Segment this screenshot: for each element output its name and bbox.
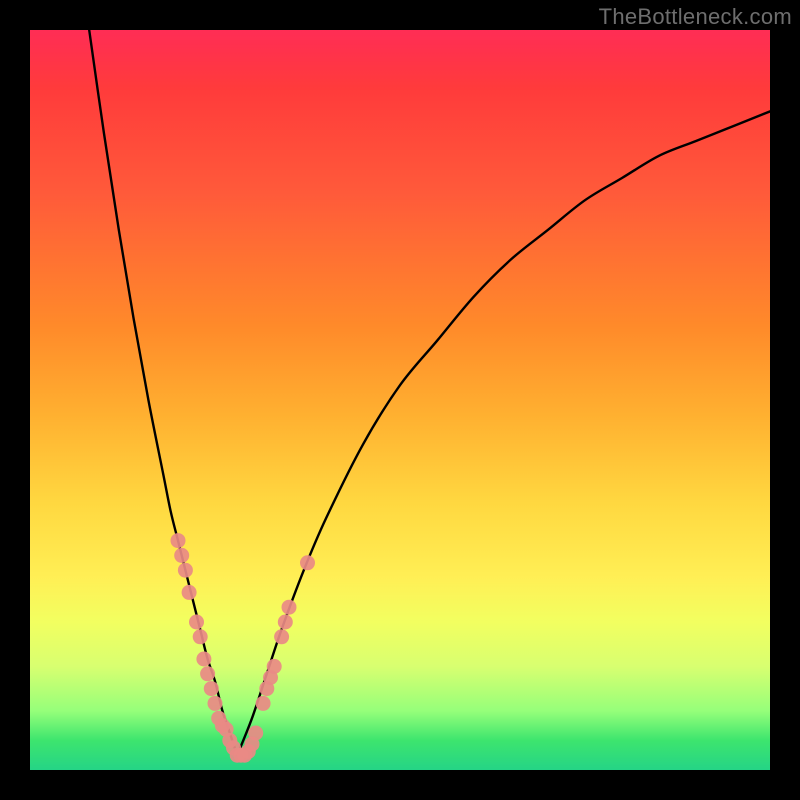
gradient-plot-area: [30, 30, 770, 770]
data-point: [193, 629, 208, 644]
chart-svg: [30, 30, 770, 770]
data-point: [204, 681, 219, 696]
data-point: [267, 659, 282, 674]
data-point: [171, 533, 186, 548]
scatter-group: [171, 533, 316, 763]
watermark-text: TheBottleneck.com: [599, 4, 792, 30]
data-point: [182, 585, 197, 600]
data-point: [196, 652, 211, 667]
data-point: [300, 555, 315, 570]
data-point: [256, 696, 271, 711]
data-point: [248, 726, 263, 741]
curve-right-branch: [237, 111, 770, 755]
data-point: [208, 696, 223, 711]
curve-left-branch: [89, 30, 237, 755]
data-point: [282, 600, 297, 615]
data-point: [174, 548, 189, 563]
data-point: [278, 615, 293, 630]
data-point: [200, 666, 215, 681]
chart-frame: TheBottleneck.com: [0, 0, 800, 800]
curve-group: [89, 30, 770, 755]
data-point: [189, 615, 204, 630]
data-point: [274, 629, 289, 644]
data-point: [178, 563, 193, 578]
